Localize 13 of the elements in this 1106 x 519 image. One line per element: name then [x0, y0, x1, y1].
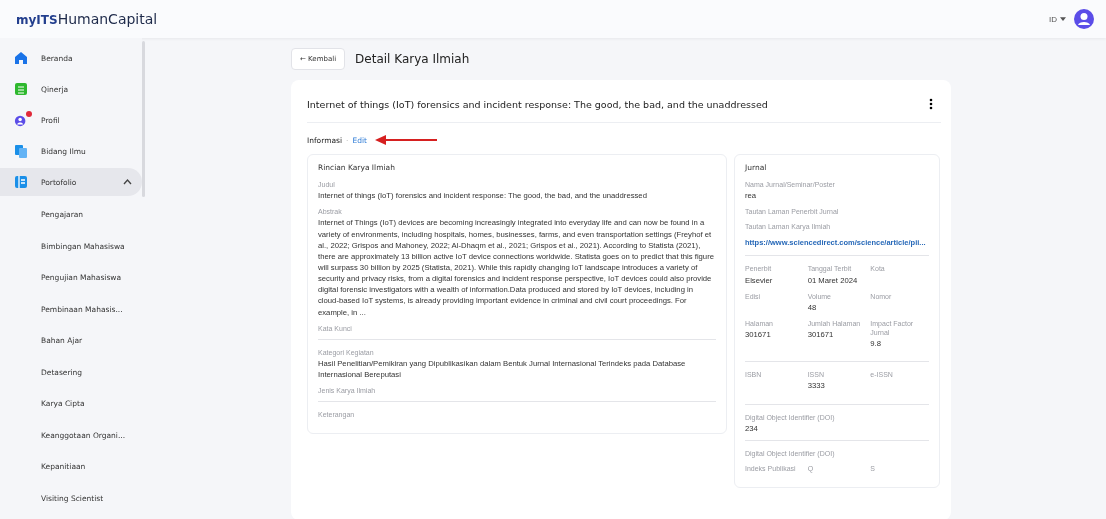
caret-icon — [1060, 17, 1066, 21]
article-title: Internet of things (IoT) forensics and incident response: The good, the bad, and the unaddressed — [307, 98, 768, 110]
pointer-arrow — [374, 135, 437, 145]
user-icon — [14, 113, 28, 127]
app-logo[interactable]: myITSHumanCapital — [16, 11, 158, 27]
page-title: Detail Karya Ilmiah — [355, 52, 470, 66]
home-icon — [14, 51, 28, 65]
more-icon[interactable] — [929, 98, 933, 110]
list-icon — [14, 175, 28, 189]
spreadsheet-icon — [14, 82, 28, 96]
documents-icon — [14, 144, 28, 158]
language-selector[interactable]: ID — [1049, 14, 1066, 24]
avatar-icon[interactable] — [1074, 9, 1094, 29]
